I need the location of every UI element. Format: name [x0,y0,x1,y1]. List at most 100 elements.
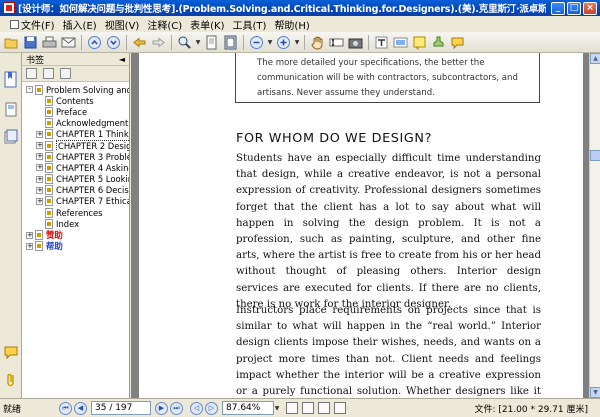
zoom-out-icon[interactable] [248,34,265,51]
continuous-page-icon[interactable] [302,402,314,414]
menu-bar: 文件(F) 插入(E) 视图(V) 注释(C) 表单(K) 工具(T) 帮助(H… [0,16,600,32]
bookmark-page-icon [45,129,53,140]
go-forward-button[interactable]: ▷ [205,401,218,415]
forward-icon[interactable] [150,34,167,51]
page-size-info: 文件: [21.00 * 29.71 厘米] [474,404,588,415]
scroll-up-icon[interactable]: ▲ [590,53,600,64]
close-icon[interactable]: ◄ [119,55,125,64]
bookmark-label: CHAPTER 3 Problem [56,151,129,162]
highlight-icon[interactable] [392,34,409,51]
chevron-down-icon[interactable]: ▼ [294,39,300,46]
scroll-thumb[interactable] [590,150,600,161]
first-page-icon[interactable] [86,34,103,51]
expand-icon[interactable]: + [36,197,43,205]
menu-file[interactable]: 文件(F) [6,17,59,32]
zoom-icon[interactable] [176,34,193,51]
bookmark-item[interactable]: + CHAPTER 6 Decision [22,185,129,196]
menu-tools[interactable]: 工具(T) [229,17,271,32]
expand-icon[interactable]: + [36,164,43,172]
bookmark-item[interactable]: Preface [22,106,129,117]
expand-icon[interactable]: + [36,153,43,161]
menu-help[interactable]: 帮助(H) [270,17,313,32]
new-bookmark-icon[interactable] [60,68,71,79]
prev-page-button[interactable]: ◀ [74,401,87,415]
bookmark-item[interactable]: + CHAPTER 5 Looking [22,174,129,185]
bookmark-item[interactable]: Contents [22,95,129,106]
bookmarks-panel: 书签 ◄ - Problem Solving and CContentsPrefa… [22,53,130,398]
expand-icon[interactable]: + [36,130,43,138]
menu-form[interactable]: 表单(K) [186,17,228,32]
snapshot-icon[interactable] [347,34,364,51]
chevron-down-icon[interactable]: ▼ [267,39,273,46]
fit-icon[interactable] [222,34,239,51]
continuous-facing-icon[interactable] [334,402,346,414]
bookmarks-tab-icon[interactable] [3,71,19,89]
comment-icon[interactable] [449,34,466,51]
print-icon[interactable] [41,34,58,51]
zoom-field[interactable]: 87.64% [222,401,274,415]
hand-icon[interactable] [309,34,326,51]
stamp-icon[interactable] [430,34,447,51]
bookmark-item[interactable]: Index [22,218,129,229]
single-page-icon[interactable] [286,402,298,414]
app-icon[interactable] [3,2,15,14]
email-icon[interactable] [60,34,77,51]
menu-view[interactable]: 视图(V) [101,17,144,32]
scroll-down-icon[interactable]: ▼ [590,387,600,398]
text-icon[interactable] [373,34,390,51]
bookmark-label: Index [56,218,80,229]
expand-icon[interactable]: + [36,142,43,150]
select-icon[interactable] [328,34,345,51]
vertical-scrollbar[interactable]: ▲ ▼ [589,53,600,398]
minimize-button[interactable]: _ [551,1,565,15]
collapse-icon[interactable]: - [26,86,33,94]
toolbar-separator [126,34,127,50]
comments-tab-icon[interactable] [3,343,19,361]
bookmark-item[interactable]: - Problem Solving and C [22,84,129,95]
bookmark-item[interactable]: + CHAPTER 3 Problem [22,151,129,162]
last-page-button[interactable]: ⏭ [170,401,183,415]
menu-insert[interactable]: 插入(E) [59,17,101,32]
open-icon[interactable] [3,34,20,51]
bookmark-item[interactable]: + CHAPTER 1 Thinking [22,129,129,140]
first-page-button[interactable]: ⏮ [59,401,72,415]
pages-tab-icon[interactable] [3,101,19,119]
next-page-icon[interactable] [105,34,122,51]
page-number-field[interactable]: 35 / 197 [91,401,151,415]
bookmark-item[interactable]: + CHAPTER 2 Design [22,139,129,152]
close-button[interactable]: × [583,1,597,15]
toolbar-separator [243,34,244,50]
chevron-down-icon[interactable]: ▼ [274,405,280,412]
go-back-button[interactable]: ◁ [190,401,203,415]
bookmark-label: 赞助 [46,230,63,241]
page-icon[interactable] [203,34,220,51]
bookmark-page-icon [45,106,53,117]
bookmark-item[interactable]: + CHAPTER 7 Ethical [22,196,129,207]
delete-bookmark-icon[interactable] [43,68,54,79]
bookmark-item[interactable]: + CHAPTER 4 Asking [22,162,129,173]
bookmark-item[interactable]: + 赞助 [22,229,129,241]
save-icon[interactable] [22,34,39,51]
document-view[interactable]: The more detailed your specifications, t… [131,53,589,398]
maximize-button[interactable]: □ [567,1,581,15]
bookmark-item[interactable]: Acknowledgments [22,118,129,129]
expand-icon[interactable]: + [36,175,43,183]
note-icon[interactable] [411,34,428,51]
zoom-in-icon[interactable] [275,34,292,51]
layers-tab-icon[interactable] [3,128,19,146]
chevron-down-icon[interactable]: ▼ [195,39,201,46]
facing-page-icon[interactable] [318,402,330,414]
expand-icon[interactable]: + [36,186,43,194]
bookmark-label: CHAPTER 5 Looking [56,174,129,185]
bookmark-item[interactable]: + 帮助 [22,241,129,252]
bookmark-item[interactable]: References [22,207,129,218]
pdf-page: The more detailed your specifications, t… [139,53,583,398]
bookmark-options-icon[interactable] [26,68,37,79]
bookmark-page-icon [45,185,53,196]
expand-icon[interactable]: + [26,231,33,239]
back-icon[interactable] [131,34,148,51]
menu-comment[interactable]: 注释(C) [143,17,186,32]
expand-icon[interactable]: + [26,242,33,250]
attachment-tab-icon[interactable] [3,371,19,389]
next-page-button[interactable]: ▶ [155,401,168,415]
